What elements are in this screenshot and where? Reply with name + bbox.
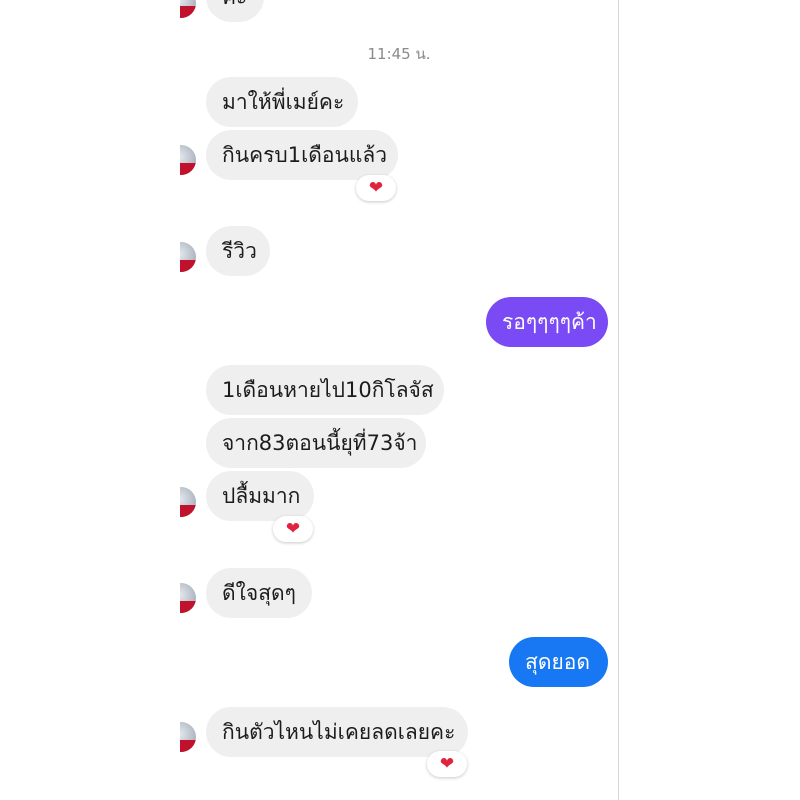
message-bubble[interactable]: มาให้พี่เมย์คะ — [206, 77, 358, 127]
contact-avatar[interactable] — [180, 487, 196, 517]
message-bubble[interactable]: กินครบ1เดือนแล้ว — [206, 130, 398, 180]
message-bubble-partial[interactable]: คะ — [206, 0, 264, 22]
contact-avatar[interactable] — [180, 145, 196, 175]
chat-screen: คะ 11:45 น. มาให้พี่เมย์คะ กินครบ1เดือนแ… — [180, 0, 618, 800]
timestamp: 11:45 น. — [367, 45, 431, 63]
message-bubble[interactable]: ปลื้มมาก — [206, 471, 314, 521]
message-bubble[interactable]: ดีใจสุดๆ — [206, 568, 312, 618]
panel-divider — [618, 0, 619, 800]
heart-reaction-icon[interactable]: ❤ — [273, 516, 313, 542]
message-bubble[interactable]: กินตัวไหนไม่เคยลดเลยคะ — [206, 707, 468, 757]
contact-avatar[interactable] — [180, 242, 196, 272]
message-bubble[interactable]: จาก83ตอนนี้ยุที่73จ้า — [206, 418, 426, 468]
message-bubble[interactable]: รีวิว — [206, 226, 270, 276]
message-bubble-outgoing[interactable]: รอๆๆๆๆค้า — [486, 297, 608, 347]
heart-reaction-icon[interactable]: ❤ — [356, 175, 396, 201]
message-bubble[interactable]: 1เดือนหายไป10กิโลจัส — [206, 365, 444, 415]
message-bubble-outgoing[interactable]: สุดยอด — [509, 637, 608, 687]
contact-avatar[interactable] — [180, 722, 196, 752]
contact-avatar[interactable] — [180, 0, 196, 18]
heart-reaction-icon[interactable]: ❤ — [427, 751, 467, 777]
contact-avatar[interactable] — [180, 583, 196, 613]
